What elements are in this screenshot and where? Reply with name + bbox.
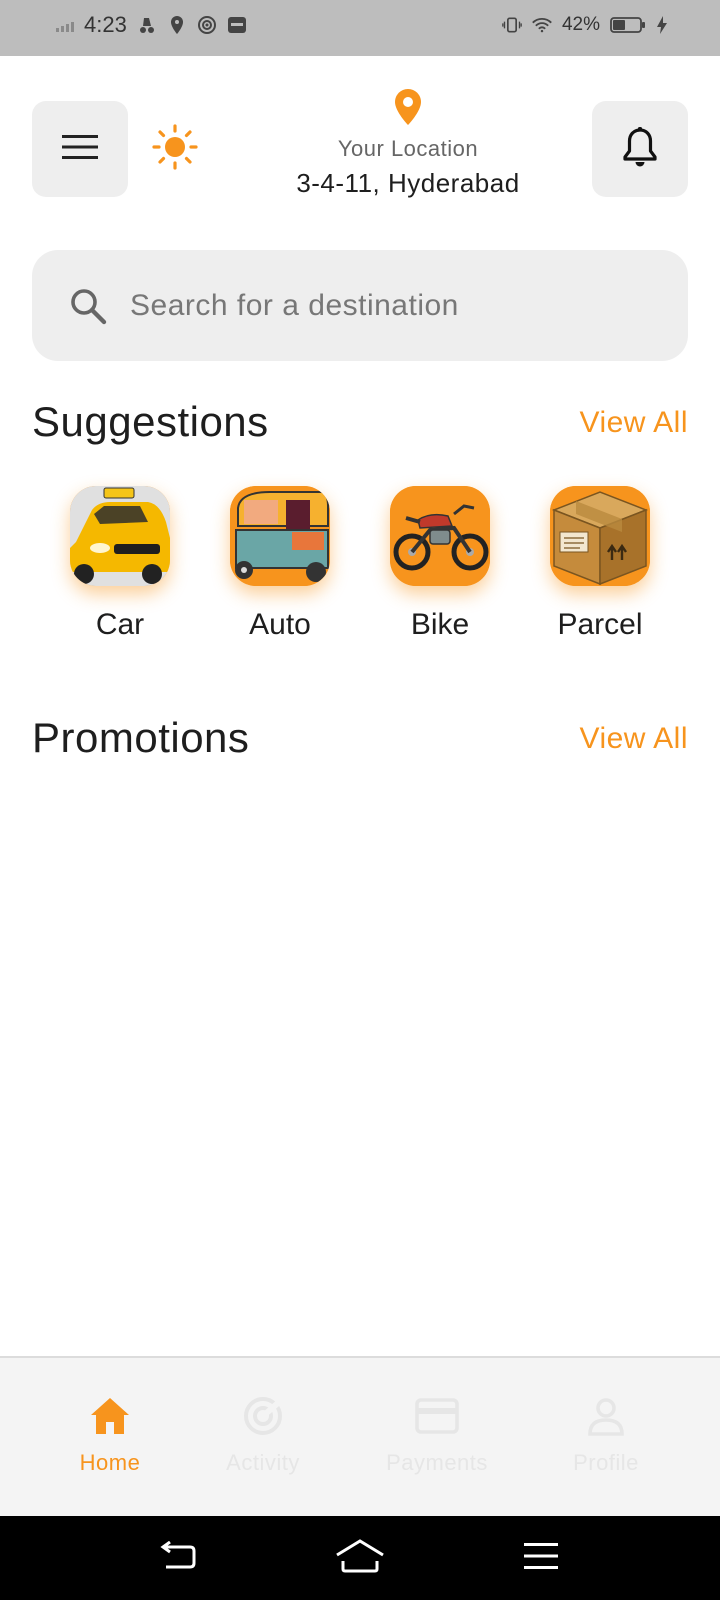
search-bar[interactable]: [32, 250, 688, 361]
taxi-car-icon: [70, 486, 170, 586]
parcel-box-icon: [550, 486, 650, 586]
menu-button[interactable]: [32, 101, 128, 197]
card-icon: [415, 1394, 459, 1438]
nav-label: Activity: [226, 1450, 300, 1475]
promotions-view-all-link[interactable]: View All: [579, 722, 688, 756]
suggestion-bike[interactable]: Bike: [360, 486, 520, 656]
suggestion-label: Car: [95, 608, 145, 641]
hamburger-menu-icon: [61, 133, 99, 166]
suggestions-list: Car Auto Bike Parcel: [40, 486, 680, 656]
promotions-title: Promotions: [32, 714, 250, 761]
status-left: 4:23: [56, 12, 247, 38]
suggestion-car[interactable]: Car: [40, 486, 200, 656]
location-label: Your Location: [337, 136, 479, 161]
charging-icon: [656, 15, 668, 35]
vibrate-icon: [502, 15, 522, 35]
signal-icon: [56, 18, 74, 32]
bell-icon: [622, 126, 658, 173]
theme-toggle-button[interactable]: [150, 123, 200, 176]
home-outline-icon: [335, 1538, 385, 1578]
location-pin-icon: [395, 89, 421, 125]
motorbike-icon: [390, 486, 490, 586]
nav-home[interactable]: Home: [35, 1394, 185, 1476]
system-back-button[interactable]: [154, 1536, 204, 1580]
suggestions-view-all-link[interactable]: View All: [579, 406, 688, 440]
suggestion-label: Parcel: [557, 608, 643, 641]
bottom-navigation: Home Activity Payments Profile: [0, 1356, 720, 1516]
suggestion-label: Bike: [410, 608, 470, 641]
nav-payments[interactable]: Payments: [362, 1394, 512, 1476]
home-icon: [88, 1394, 132, 1438]
activity-icon: [241, 1394, 285, 1438]
suggestions-title: Suggestions: [32, 398, 269, 445]
nav-activity[interactable]: Activity: [188, 1394, 338, 1476]
suggestion-auto[interactable]: Auto: [200, 486, 360, 656]
location-notification-icon: [167, 15, 187, 35]
system-navigation-bar: [0, 1516, 720, 1600]
nav-label: Payments: [386, 1450, 488, 1475]
auto-rickshaw-icon: [230, 486, 330, 586]
notifications-button[interactable]: [592, 101, 688, 197]
sun-icon: [151, 123, 199, 176]
suggestion-label: Auto: [249, 608, 311, 641]
search-icon: [68, 286, 108, 326]
scooter-notification-icon: [137, 15, 157, 35]
battery-percentage: 42%: [561, 14, 600, 35]
system-recents-button[interactable]: [516, 1536, 566, 1580]
nav-label: Home: [79, 1450, 141, 1475]
nav-label: Profile: [573, 1450, 639, 1475]
wallet-notification-icon: [227, 15, 247, 35]
battery-icon: [610, 15, 646, 35]
back-icon: [160, 1540, 198, 1576]
promotions-list: [32, 790, 688, 1330]
suggestion-parcel[interactable]: Parcel: [520, 486, 680, 656]
location-value: 3-4-11, Hyderabad: [296, 168, 520, 198]
nav-profile[interactable]: Profile: [531, 1394, 681, 1476]
status-bar: 4:23 42%: [0, 0, 720, 56]
system-home-button[interactable]: [335, 1536, 385, 1580]
current-location[interactable]: Your Location 3-4-11, Hyderabad: [260, 88, 556, 199]
status-time: 4:23: [84, 12, 127, 37]
recents-menu-icon: [523, 1542, 559, 1575]
target-notification-icon: [197, 15, 217, 35]
wifi-icon: [532, 15, 552, 35]
status-right: 42%: [502, 14, 668, 36]
search-input[interactable]: [130, 288, 610, 323]
person-icon: [584, 1394, 628, 1438]
